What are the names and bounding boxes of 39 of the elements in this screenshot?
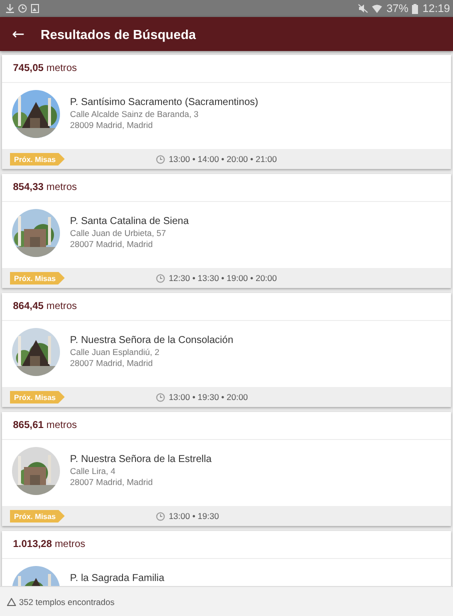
distance-text: 745,05 metros: [2, 55, 451, 83]
clock-icon: [156, 512, 165, 520]
distance-text: 1.013,28 metros: [2, 531, 451, 559]
street-address: Calle Lira, 4: [70, 466, 116, 477]
distance-text: 854,33 metros: [2, 174, 451, 202]
mass-times: 13:00 • 19:30: [168, 511, 219, 521]
back-button[interactable]: ←: [4, 25, 33, 43]
street-address: Calle Juan de Urbieta, 57: [70, 228, 167, 239]
battery-icon: [412, 4, 418, 14]
street-address: Calle Juan Esplandiú, 2: [70, 347, 160, 358]
church-name: P. la Sagrada Familia: [70, 572, 164, 585]
mass-times: 13:00 • 19:30 • 20:00: [168, 392, 248, 402]
battery-percent: 37%: [386, 2, 408, 14]
city-address: 28007 Madrid, Madrid: [70, 239, 154, 250]
church-name: P. Santísimo Sacramento (Sacramentinos): [70, 96, 258, 109]
city-address: 28007 Madrid, Madrid: [70, 477, 154, 488]
clock-icon: [156, 392, 165, 402]
wifi-icon: [372, 4, 382, 13]
clock-icon: [156, 274, 165, 282]
church-name: P. Santa Catalina de Siena: [70, 215, 189, 228]
result-card[interactable]: 1.013,28 metros P. la Sagrada Familia: [2, 531, 451, 586]
mass-times: 12:30 • 13:30 • 19:00 • 20:00: [168, 273, 277, 283]
distance-text: 865,61 metros: [2, 412, 451, 440]
download-icon: [6, 4, 14, 13]
screen-title: Resultados de Búsqueda: [40, 26, 196, 42]
church-name: P. Nuestra Señora de la Estrella: [70, 453, 212, 466]
mass-times: 13:00 • 14:00 • 20:00 • 21:00: [168, 154, 277, 164]
city-address: 28009 Madrid, Madrid: [70, 120, 154, 131]
street-address: Calle Alcalde Sainz de Baranda, 3: [70, 109, 200, 120]
warning-icon: [7, 598, 16, 606]
clock-icon: [18, 4, 27, 13]
image-icon: [31, 4, 39, 13]
results-count: 352 templos encontrados: [19, 596, 114, 606]
clock-time: 12:19: [422, 2, 450, 14]
distance-text: 864,45 metros: [2, 293, 451, 321]
city-address: 28007 Madrid, Madrid: [70, 358, 154, 369]
church-name: P. Nuestra Señora de la Consolación: [70, 334, 234, 347]
clock-icon: [156, 154, 165, 164]
mute-icon: [358, 4, 368, 13]
